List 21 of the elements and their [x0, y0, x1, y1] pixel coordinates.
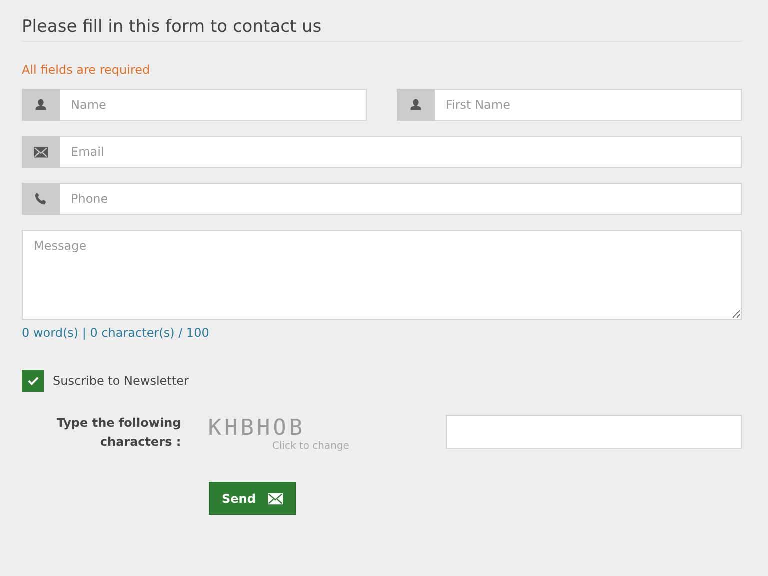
captcha-code[interactable]: KHBHOB [208, 417, 358, 441]
captcha-label: Type the following characters : [56, 415, 182, 451]
checkmark-icon [28, 376, 38, 386]
send-button[interactable]: Send [209, 482, 296, 515]
envelope-icon [34, 146, 48, 158]
captcha-input[interactable] [446, 415, 742, 449]
required-note: All fields are required [22, 63, 152, 77]
envelope-icon [268, 492, 283, 504]
person-icon [34, 98, 48, 112]
captcha-hint[interactable]: Click to change [208, 441, 358, 452]
character-counter: 0 word(s) | 0 character(s) / 100 [22, 326, 210, 340]
newsletter-checkbox[interactable] [22, 370, 44, 392]
input-field[interactable]: First Name [435, 89, 742, 121]
input-field[interactable]: Name [60, 89, 367, 121]
input-field[interactable]: Phone [60, 183, 742, 215]
person-icon [409, 98, 423, 112]
input-field[interactable]: Email [60, 136, 742, 168]
form-heading: Please fill in this form to contact us [22, 17, 742, 42]
checkbox-label: Suscribe to Newsletter [53, 374, 189, 388]
phone-icon [34, 192, 48, 206]
message-field[interactable]: Message [22, 230, 742, 320]
